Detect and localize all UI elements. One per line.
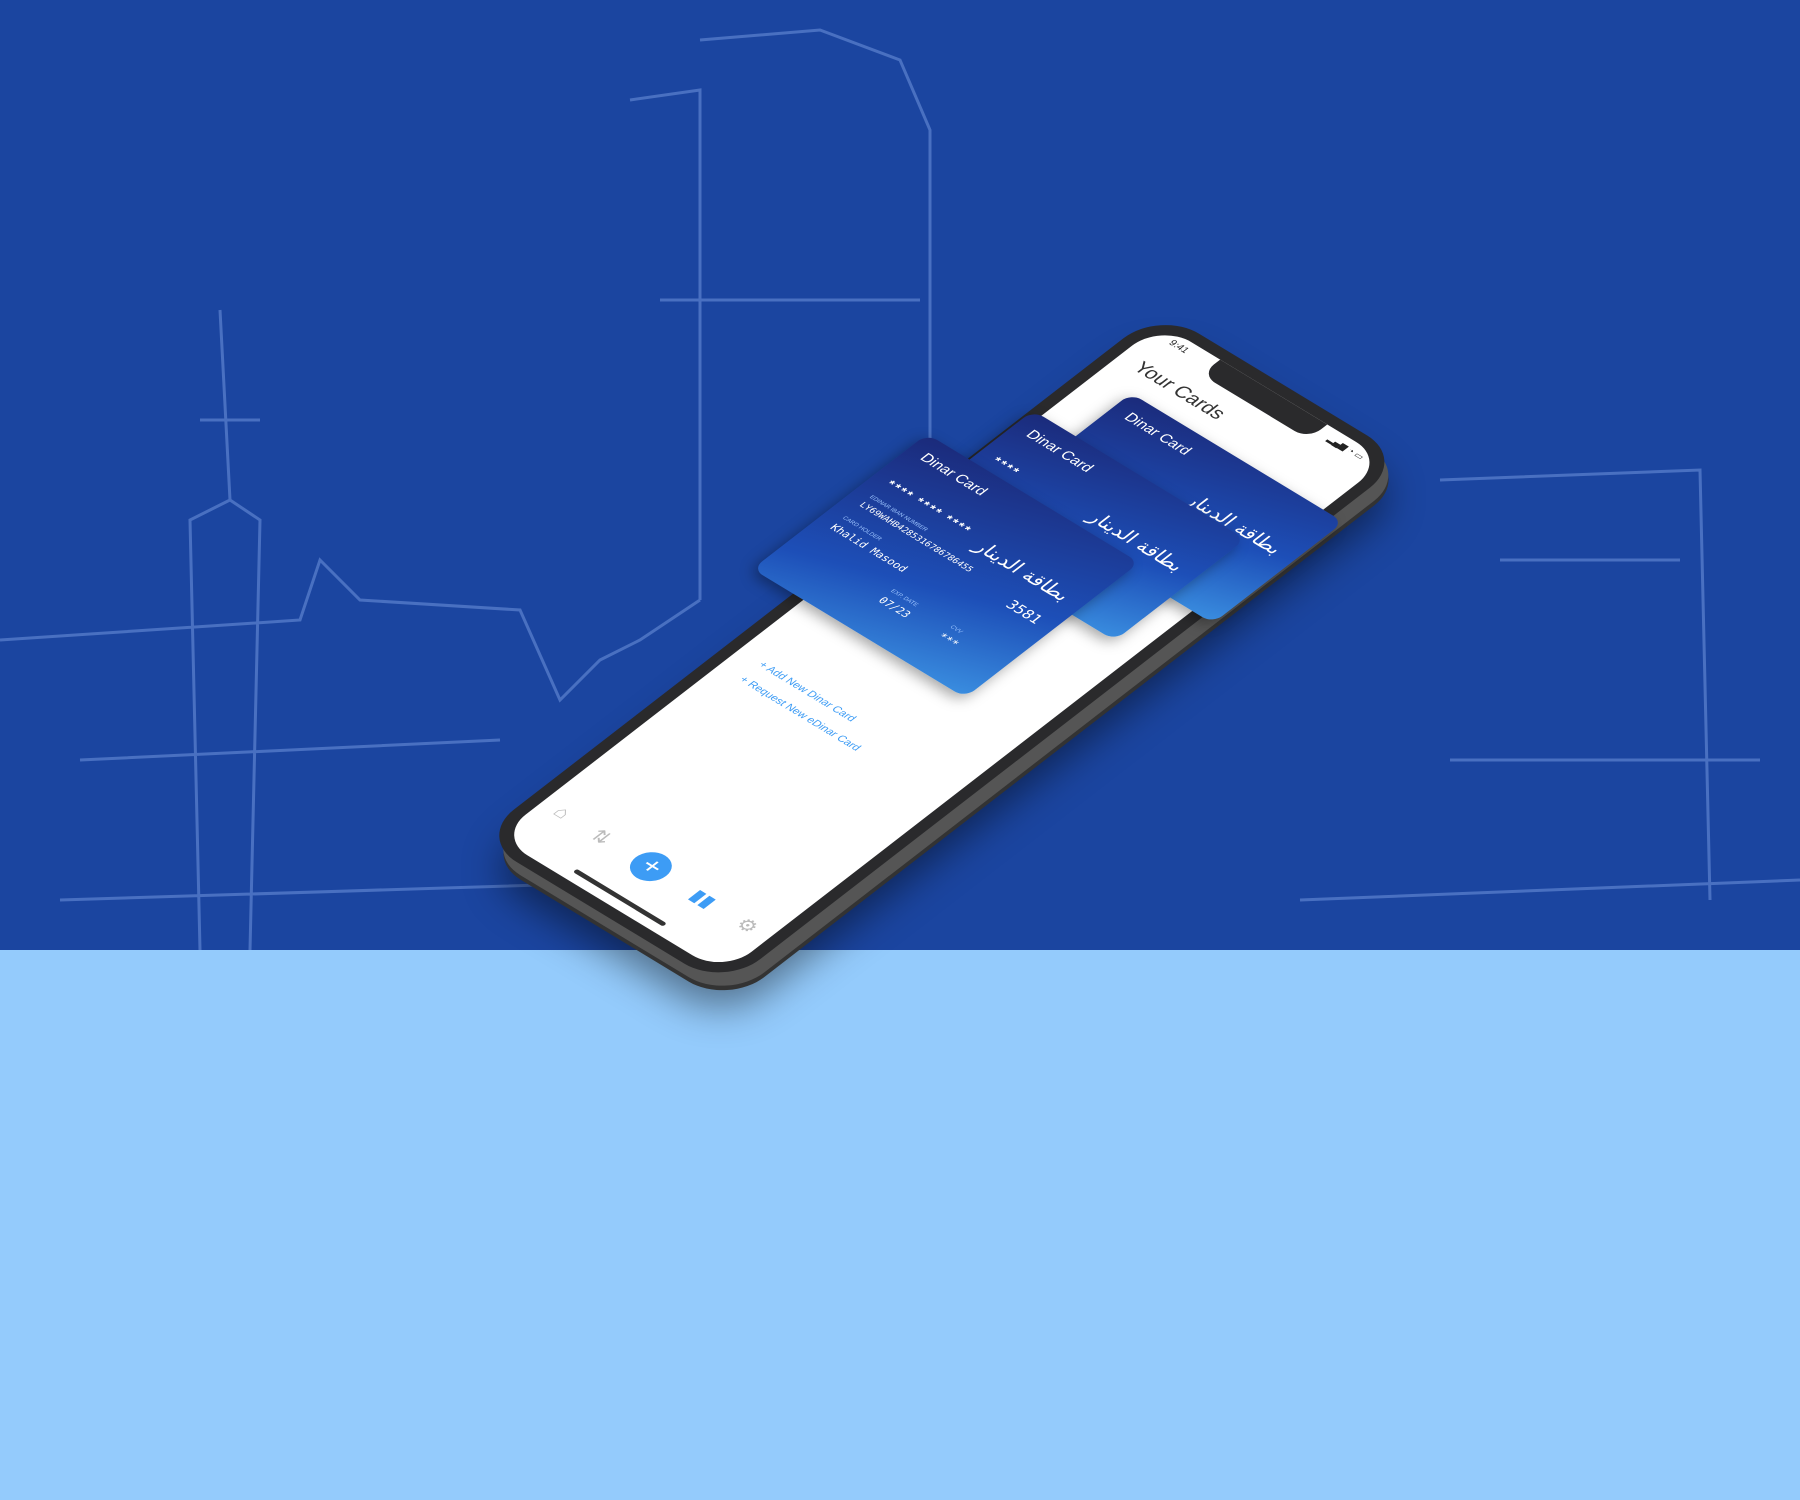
card-icon[interactable]: ▮▮ <box>684 885 723 912</box>
gear-icon[interactable]: ⚙ <box>730 913 765 938</box>
home-icon[interactable]: ⌂ <box>548 802 576 822</box>
plus-icon[interactable]: + <box>621 846 681 888</box>
card-name: Dinar Card <box>1120 410 1196 458</box>
card-actions: + Add New Dinar Card + Request New eDina… <box>732 656 887 756</box>
transfer-icon[interactable]: ⇅ <box>584 825 618 849</box>
card-last4: 3581 <box>1001 597 1047 627</box>
signal-wifi-battery-icon: ▂▄▆ ◔ ▭ <box>1325 434 1367 462</box>
status-time: 9:41 <box>1165 338 1192 356</box>
card-logo: بطاقة الدينار <box>968 536 1077 605</box>
